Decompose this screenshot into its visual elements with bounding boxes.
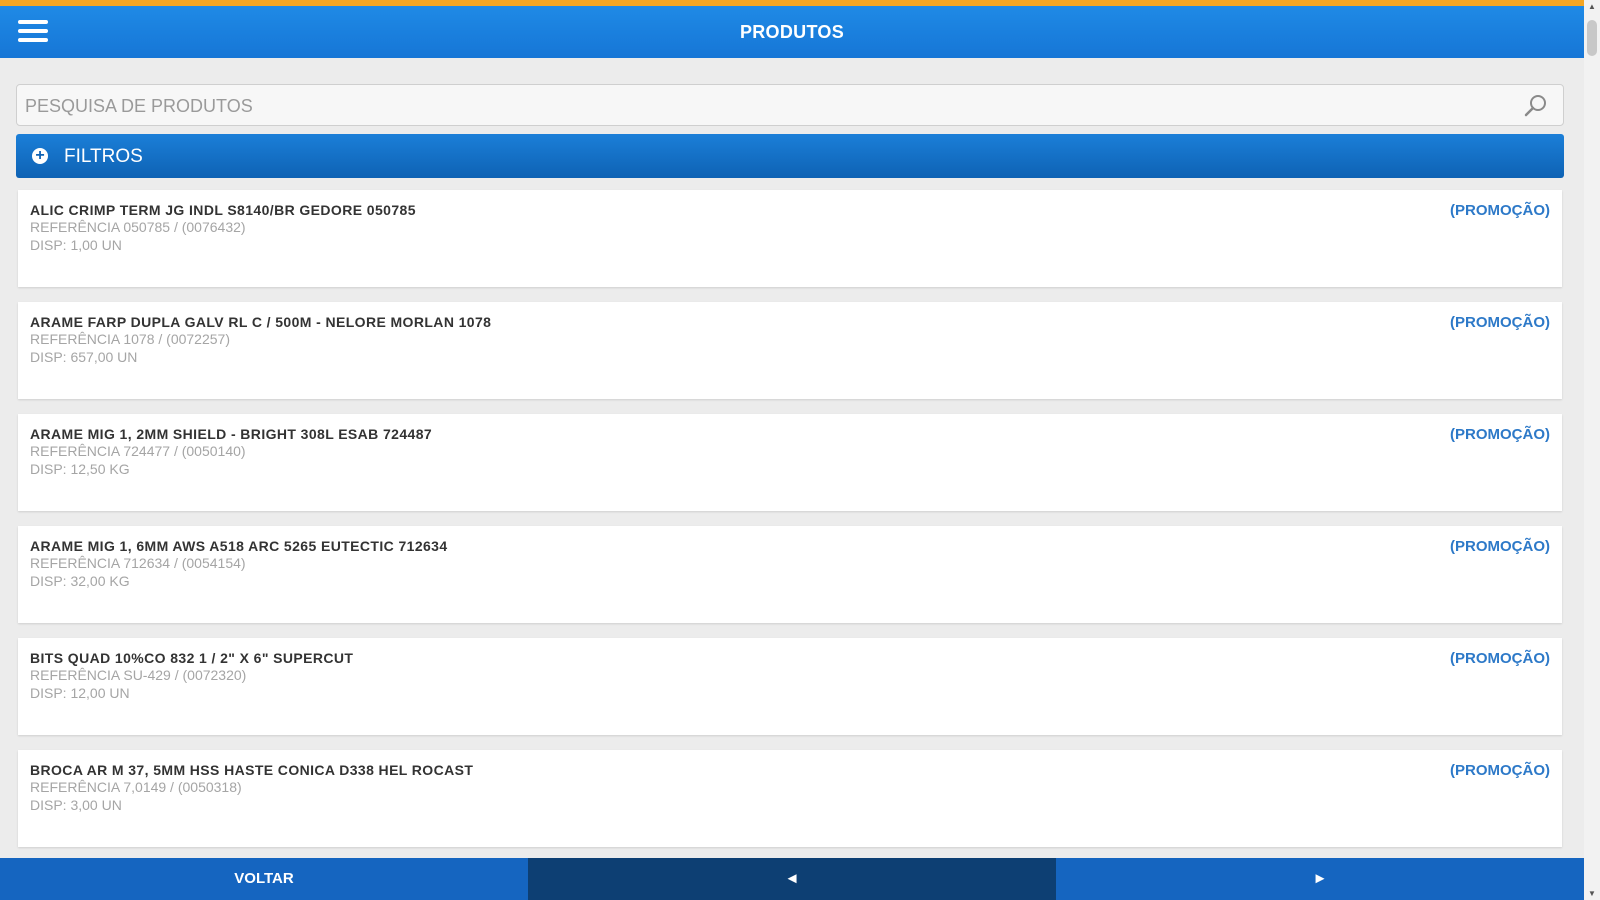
- product-reference: REFERÊNCIA SU-429 / (0072320): [30, 667, 247, 683]
- product-name: ARAME FARP DUPLA GALV RL C / 500M - NELO…: [30, 314, 492, 330]
- product-reference: REFERÊNCIA 050785 / (0076432): [30, 219, 246, 235]
- filters-label: FILTROS: [64, 146, 143, 167]
- search-bar: [16, 84, 1564, 127]
- product-reference: REFERÊNCIA 1078 / (0072257): [30, 331, 230, 347]
- app-header: PRODUTOS: [0, 6, 1584, 58]
- previous-page-button[interactable]: ◄: [528, 858, 1056, 900]
- scroll-up-icon[interactable]: ▲: [1588, 2, 1596, 11]
- search-input[interactable]: [17, 85, 1487, 127]
- product-card[interactable]: ALIC CRIMP TERM JG INDL S8140/BR GEDORE …: [18, 190, 1562, 287]
- product-card[interactable]: ARAME MIG 1, 6MM AWS A518 ARC 5265 EUTEC…: [18, 526, 1562, 623]
- product-reference: REFERÊNCIA 7,0149 / (0050318): [30, 779, 242, 795]
- product-name: ARAME MIG 1, 6MM AWS A518 ARC 5265 EUTEC…: [30, 538, 448, 554]
- product-reference: REFERÊNCIA 712634 / (0054154): [30, 555, 246, 571]
- product-availability: DISP: 12,50 KG: [30, 461, 130, 477]
- bottom-nav: VOLTAR ◄ ►: [0, 858, 1584, 900]
- product-list: ALIC CRIMP TERM JG INDL S8140/BR GEDORE …: [18, 190, 1562, 862]
- product-name: ALIC CRIMP TERM JG INDL S8140/BR GEDORE …: [30, 202, 416, 218]
- product-availability: DISP: 12,00 UN: [30, 685, 130, 701]
- next-page-button[interactable]: ►: [1056, 858, 1584, 900]
- product-reference: REFERÊNCIA 724477 / (0050140): [30, 443, 246, 459]
- promo-badge: (PROMOÇÃO): [1450, 762, 1550, 779]
- vertical-scrollbar[interactable]: ▲ ▼: [1584, 0, 1600, 900]
- product-availability: DISP: 657,00 UN: [30, 349, 138, 365]
- plus-icon: +: [32, 148, 48, 164]
- product-name: ARAME MIG 1, 2MM SHIELD - BRIGHT 308L ES…: [30, 426, 433, 442]
- product-card[interactable]: ARAME MIG 1, 2MM SHIELD - BRIGHT 308L ES…: [18, 414, 1562, 511]
- scroll-down-icon[interactable]: ▼: [1588, 889, 1596, 898]
- promo-badge: (PROMOÇÃO): [1450, 650, 1550, 667]
- promo-badge: (PROMOÇÃO): [1450, 538, 1550, 555]
- product-name: BROCA AR M 37, 5MM HSS HASTE CONICA D338…: [30, 762, 474, 778]
- product-card[interactable]: ARAME FARP DUPLA GALV RL C / 500M - NELO…: [18, 302, 1562, 399]
- scrollbar-thumb[interactable]: [1587, 20, 1597, 56]
- product-availability: DISP: 3,00 UN: [30, 797, 122, 813]
- promo-badge: (PROMOÇÃO): [1450, 314, 1550, 331]
- promo-badge: (PROMOÇÃO): [1450, 426, 1550, 443]
- product-availability: DISP: 1,00 UN: [30, 237, 122, 253]
- search-icon[interactable]: [1523, 93, 1549, 119]
- page-title: PRODUTOS: [739, 22, 845, 42]
- promo-badge: (PROMOÇÃO): [1450, 202, 1550, 219]
- back-button[interactable]: VOLTAR: [0, 858, 528, 900]
- filters-toggle[interactable]: + FILTROS: [16, 134, 1564, 178]
- product-card[interactable]: BITS QUAD 10%CO 832 1 / 2" X 6" SUPERCUT…: [18, 638, 1562, 735]
- product-availability: DISP: 32,00 KG: [30, 573, 130, 589]
- product-name: BITS QUAD 10%CO 832 1 / 2" X 6" SUPERCUT: [30, 650, 354, 666]
- product-card[interactable]: BROCA AR M 37, 5MM HSS HASTE CONICA D338…: [18, 750, 1562, 847]
